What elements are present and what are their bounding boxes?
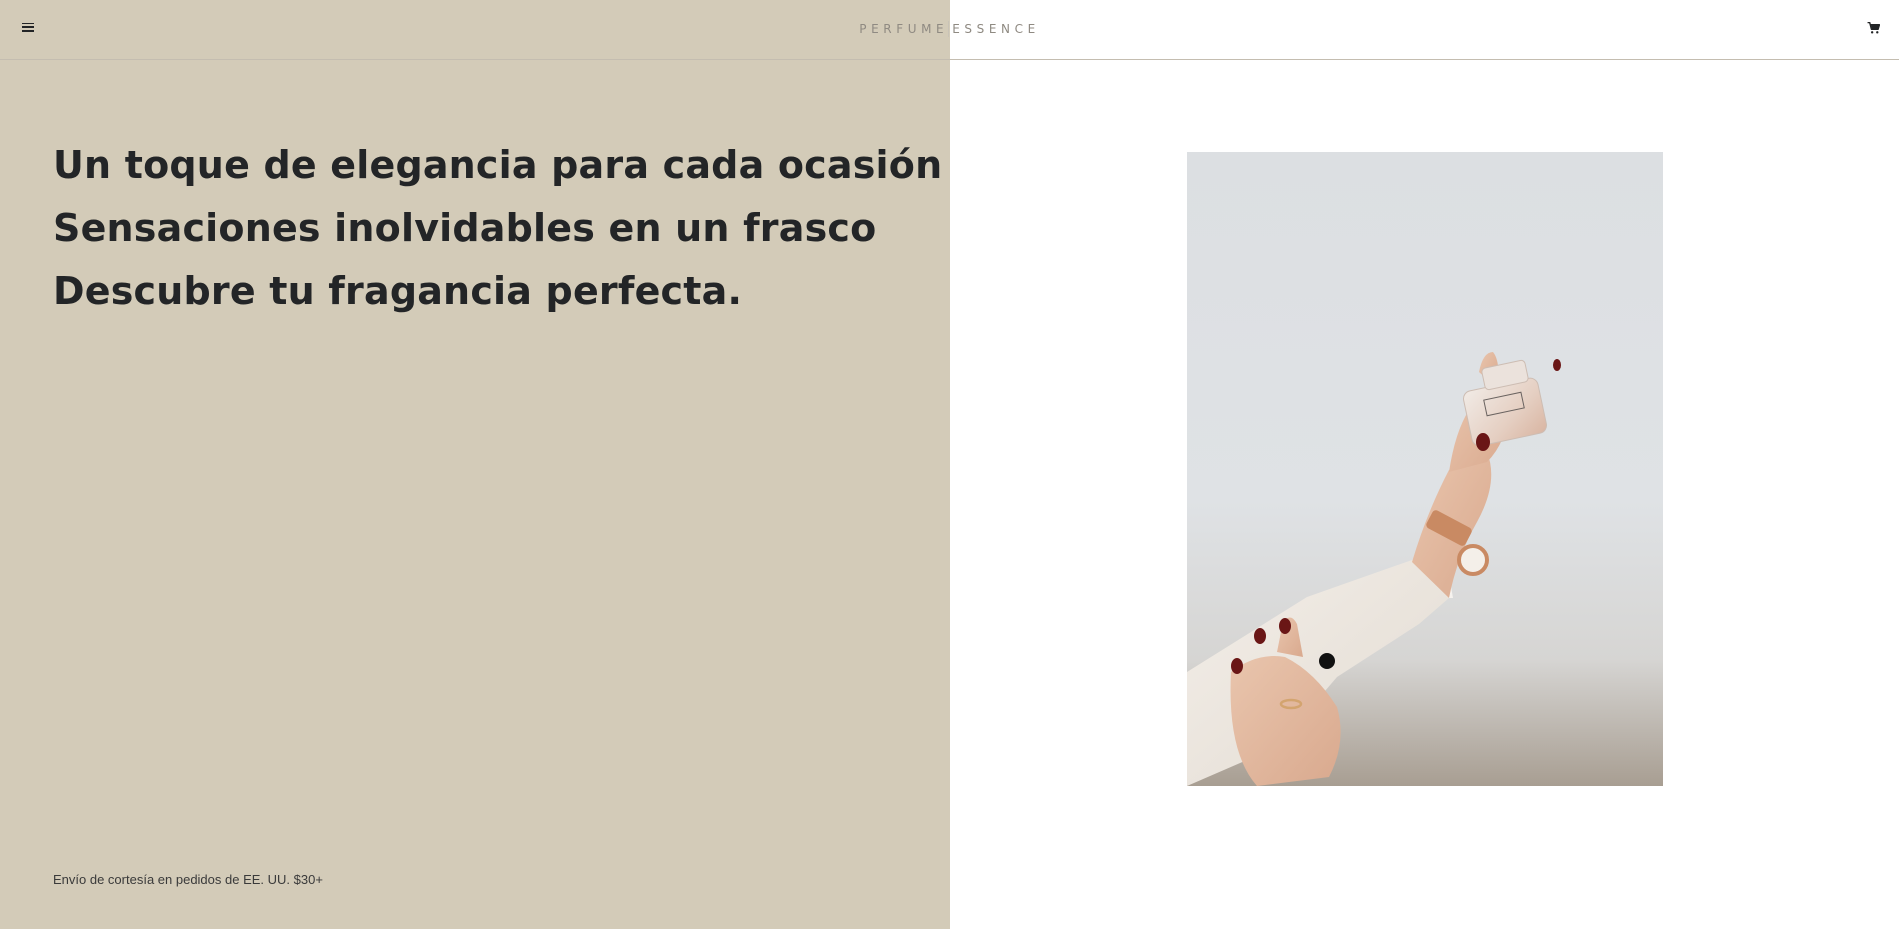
brand-logo[interactable]: PERFUME ESSENCE <box>0 21 1899 37</box>
brand-name-second: ESSENCE <box>952 22 1040 36</box>
hero-perfume-image <box>1187 152 1663 786</box>
shipping-note: Envío de cortesía en pedidos de EE. UU. … <box>53 872 323 887</box>
shopping-cart-icon <box>1867 22 1880 34</box>
hero-headline: Un toque de elegancia para cada ocasión … <box>53 134 943 323</box>
brand-name-first: PERFUME <box>859 22 949 36</box>
cart-button[interactable] <box>1863 18 1883 38</box>
headline-line-2: Sensaciones inolvidables en un frasco <box>53 206 877 250</box>
headline-line-1: Un toque de elegancia para cada ocasión <box>53 143 943 187</box>
headline-line-3: Descubre tu fragancia perfecta. <box>53 269 743 313</box>
site-header: PERFUME ESSENCE <box>0 0 1899 60</box>
brand-divider <box>948 21 950 37</box>
